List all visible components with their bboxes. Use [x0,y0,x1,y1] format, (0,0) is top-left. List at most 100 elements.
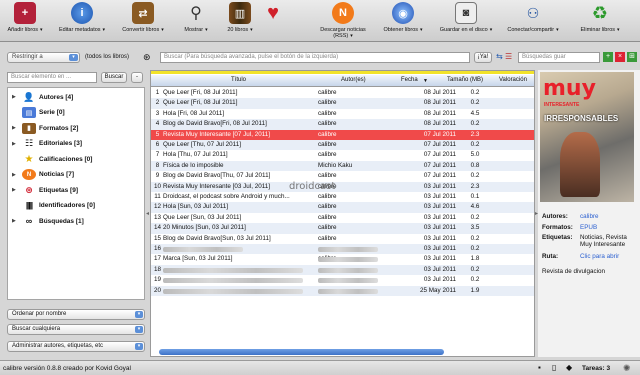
tag-label: Noticias [7] [39,171,75,179]
table-row[interactable]: 8 Física de lo imposible Michio Kaku 07 Jul… [151,160,534,172]
row-date: 25 May 2011 [420,286,456,294]
connect-share-button[interactable]: ⚇ Conectar/compartir ▾ [505,2,561,34]
sort-by-select[interactable]: Ordenar por nombre ▾ [7,309,145,320]
recycle-icon: ♻ [591,2,609,23]
table-row[interactable]: 1 Que Leer [Fri, 08 Jul 2011] calibre 08 Ju… [151,88,534,98]
row-date: 07 Jul 2011 [423,151,456,159]
expand-triangle-icon[interactable]: ▶ [12,141,22,147]
remove-books-button[interactable]: ♻ Eliminar libros ▾ [572,2,628,34]
table-row[interactable]: 9 Blog de David Bravo[Thu, 07 Jul 2011] ca… [151,171,534,181]
row-number: 8 [155,161,160,169]
tag-item-searches[interactable]: ▶ ∞ Búsquedas [1] [12,215,144,228]
row-size: 0.2 [470,276,480,284]
jobs-count[interactable]: Tareas: 3 [582,365,610,372]
clear-search-icon[interactable]: ☰ [505,52,512,61]
tag-icon[interactable]: ◆ [566,363,572,372]
saved-searches-input[interactable]: Búsquedas guar [518,52,600,63]
horizontal-scrollbar[interactable] [159,349,444,355]
header-rating[interactable]: Valoración [499,77,527,83]
table-row[interactable]: 20 25 May 2011 1.9 [151,285,534,296]
network-icon: ⚇ [526,4,540,21]
donate-button[interactable]: ♥ [260,2,286,27]
table-row[interactable]: 2 Que Leer [Fri, 08 Jul 2011] calibre 08 Ju… [151,98,534,109]
search-input[interactable]: Buscar (Para búsqueda avanzada, pulse el… [160,52,470,63]
chevron-down-icon: ▾ [102,27,106,33]
formats-link[interactable]: EPUB [580,224,597,231]
row-size: 1.9 [470,286,480,294]
table-row[interactable]: 14 20 Minutos [Sun, 03 Jul 2011] calibre 03… [151,223,534,234]
table-row[interactable]: 4 Blog de David Bravo[Fri, 08 Jul 2011] ca… [151,119,534,130]
match-select[interactable]: Buscar cualquiera ▾ [7,324,145,335]
search-go-button[interactable]: ¡Ya! [474,52,492,63]
tag-item-news[interactable]: ▶ N Noticias [7] [12,169,144,182]
table-row[interactable]: 7 Hola [Thu, 07 Jul 2011] calibre 07 Jul 20… [151,150,534,160]
path-link[interactable]: Clic para abrir [580,253,619,260]
show-button[interactable]: ⚲ Mostrar ▾ [180,2,212,33]
tag-item-series[interactable]: ▤ Serie [0] [12,107,144,120]
get-books-button[interactable]: ◉ Obtener libros ▾ [380,2,426,33]
download-news-button[interactable]: N Descargar noticias (RSS) ▾ [314,2,372,39]
tag-item-authors[interactable]: ▶ 👤 Autores [4] [12,91,144,104]
row-date: 07 Jul 2011 [423,161,456,169]
collapse-button[interactable]: - [131,72,143,83]
table-row[interactable]: 3 Hola [Fri, 08 Jul 2011] calibre 08 Jul 20… [151,109,534,119]
table-row[interactable]: 13 Que Leer [Sun, 03 Jul 2011] calibre 03 J… [151,213,534,223]
authors-link[interactable]: calibre [580,213,599,220]
tags-value: Noticias, Revista Muy Interesante [580,234,627,248]
table-row[interactable]: 17Marca [Sun, 03 Jul 2011]calibre03 Jul … [151,254,534,264]
restrict-select[interactable]: Restringir a ▾ [7,52,80,63]
row-title: Marca [Sun, 03 Jul 2011] [163,255,233,263]
phone-icon[interactable]: ▯ [552,363,556,372]
save-to-disk-button[interactable]: ◙ Guardar en el disco ▾ [437,2,495,33]
delete-search-icon[interactable]: × [615,52,625,62]
row-size: 0.2 [470,89,480,96]
manage-button[interactable]: Administrar autores, etiquetas, etc ▾ [7,341,145,352]
table-row[interactable]: 11 Droidcast, el podcast sobre Android y … [151,192,534,202]
expand-triangle-icon[interactable]: ▶ [12,172,22,178]
expand-triangle-icon[interactable]: ▶ [12,187,22,193]
tag-item-formats[interactable]: ▶ ▮ Formatos [2] [12,122,144,135]
tag-find-input[interactable]: Buscar elemento en ... [7,72,97,83]
tag-item-publishers[interactable]: ▶ ☷ Editoriales [3] [12,138,144,151]
table-row[interactable]: 16 03 Jul 2011 0.2 [151,244,534,255]
table-row[interactable]: 12 Hola [Sun, 03 Jul 2011] calibre 03 Jul 2… [151,202,534,213]
row-date: 03 Jul 2011 [423,255,456,263]
expand-triangle-icon[interactable]: ▶ [12,94,22,100]
row-size: 0.2 [470,234,480,242]
tag-label: Serie [0] [39,109,65,117]
tag-item-ratings[interactable]: ★ Calificaciones [0] [12,153,144,166]
expand-triangle-icon[interactable]: ▶ [12,218,22,224]
table-row[interactable]: 15 Blog de David Bravo[Sun, 03 Jul 2011] c… [151,234,534,244]
tag-item-tags[interactable]: ▶ ⊛ Etiquetas [9] [12,184,144,197]
header-size[interactable]: Tamaño (MB) [447,77,483,83]
binoculars-icon: ∞ [25,216,33,227]
row-date: 08 Jul 2011 [423,120,456,128]
tag-item-identifiers[interactable]: ||||| Identificadores [0] [12,200,144,213]
table-row[interactable]: 10 Revista Muy Interesante [03 Jul, 2011]… [151,181,534,192]
row-author: Michio Kaku [318,161,353,169]
save-search-icon[interactable]: + [603,52,613,62]
expand-triangle-icon[interactable]: ▶ [12,125,22,131]
table-row[interactable]: 19 03 Jul 2011 0.2 [151,275,534,285]
header-date[interactable]: Fecha [401,77,418,83]
redacted-author [318,288,378,294]
table-row[interactable]: 6 Que Leer [Thu, 07 Jul 2011] calibre 07 Ju… [151,140,534,151]
add-books-button[interactable]: + Añadir libros ▾ [5,2,45,33]
copy-search-icon[interactable]: ⇆ [496,52,503,61]
left-splitter-handle[interactable]: ◂ [146,210,149,217]
tag-find-button[interactable]: Buscar [101,72,127,83]
book-icon[interactable]: ▪ [538,363,541,372]
cover-subtitle: INTERESANTE [544,102,580,108]
library-button[interactable]: ▥ 20 libros ▾ [224,2,256,33]
add-search-icon[interactable]: ⊞ [627,52,637,62]
header-title[interactable]: Título [231,77,246,83]
convert-books-button[interactable]: ⇄ Convertir libros ▾ [121,2,165,33]
advanced-search-icon[interactable]: ⊛ [143,52,151,63]
header-author[interactable]: Autor(es) [341,77,366,83]
cover-image[interactable]: muy INTERESANTE IRRESPONSABLES [540,72,634,202]
table-row[interactable]: 5 Revista Muy Interesante [07 Jul, 2011] c… [151,129,534,140]
barcode-icon: ||||| [25,201,33,211]
edit-metadata-button[interactable]: i Editar metadatos ▾ [56,2,108,33]
save-to-disk-label: Guardar en el disco [439,27,488,33]
table-row[interactable]: 18 03 Jul 2011 0.2 [151,264,534,276]
